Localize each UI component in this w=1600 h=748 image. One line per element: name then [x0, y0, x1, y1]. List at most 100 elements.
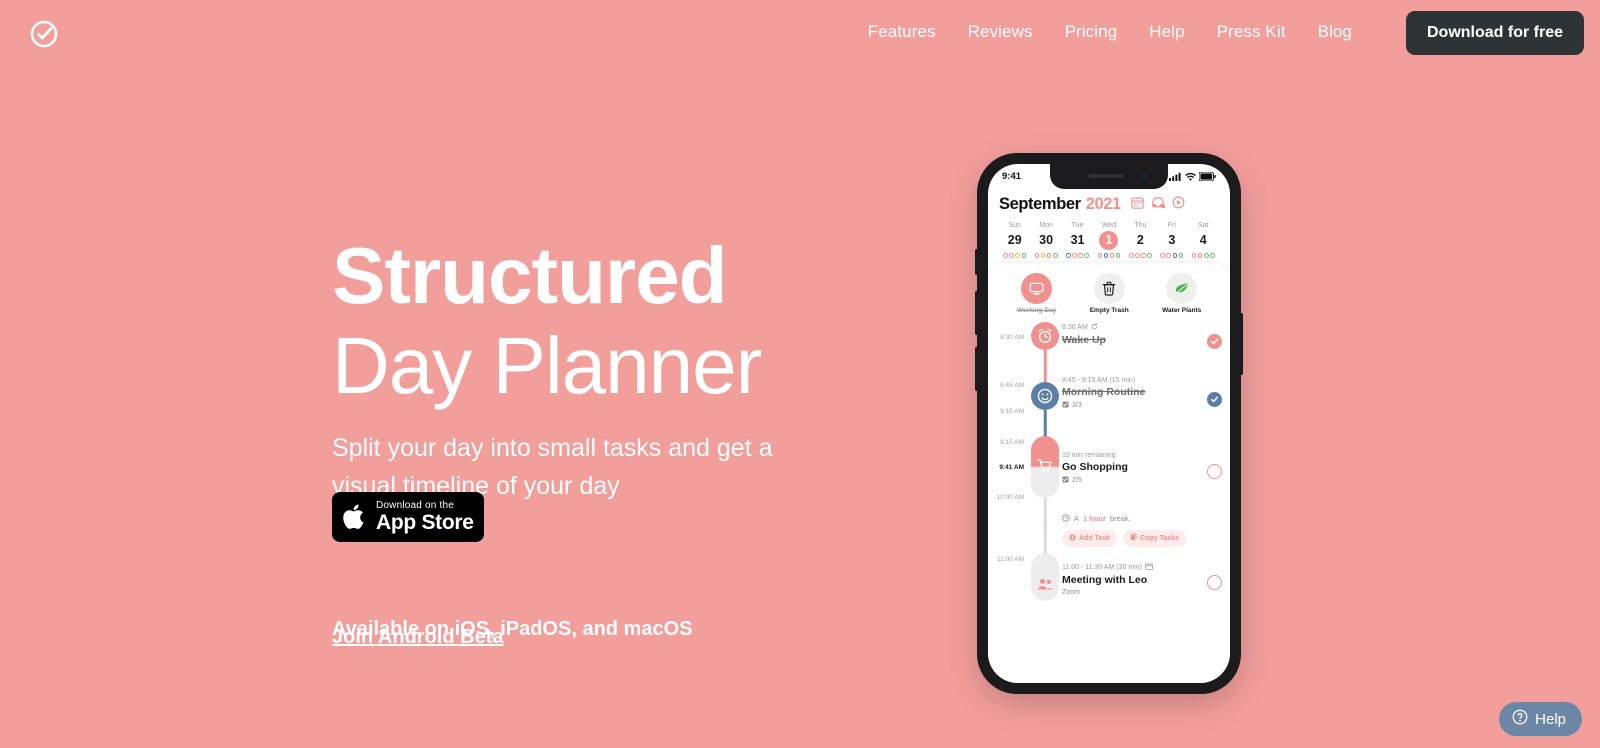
habit-water-plants[interactable]: Water Plants [1162, 272, 1201, 314]
smiley-icon [1031, 381, 1059, 410]
download-for-free-button[interactable]: Download for free [1405, 11, 1584, 55]
week-day-name: Tue [1071, 222, 1084, 229]
day-dot [1066, 253, 1071, 258]
break-buttons: Add Task Copy Tasks [1062, 529, 1230, 547]
week-day-cell[interactable]: Sat 4 [1188, 222, 1219, 258]
day-dot [1072, 253, 1077, 258]
task-row-morning-routine[interactable]: 8:45 AM 9:15 AM 8:45 - 9:15 AM (15 min) … [988, 376, 1230, 440]
habit-empty-trash[interactable]: Empty Trash [1090, 272, 1129, 314]
task-meta-time: 11:00 - 11:30 AM (30 min) [1062, 563, 1142, 571]
task-node-column [1028, 518, 1062, 601]
nav-link-pricing[interactable]: Pricing [1049, 22, 1134, 42]
week-day-cell[interactable]: Sun 29 [999, 222, 1030, 258]
week-day-number: 31 [1070, 233, 1085, 247]
calendar-icon[interactable] [1131, 196, 1144, 214]
week-day-name: Sat [1197, 222, 1209, 229]
task-check-empty[interactable] [1207, 574, 1222, 590]
task-time-label: 9:15 AM [1000, 438, 1024, 446]
phone-volume-up-button [975, 291, 978, 335]
week-day-number: 29 [1007, 233, 1022, 247]
phone-mute-switch [975, 249, 978, 275]
week-day-cell-today[interactable]: Wed 1 [1093, 222, 1124, 258]
day-dot [1003, 253, 1008, 258]
nav-link-reviews[interactable]: Reviews [952, 22, 1049, 42]
task-row-wake-up[interactable]: 8:30 AM 8:30 AM Wake Up [988, 321, 1230, 382]
week-day-cell[interactable]: Tue 31 [1062, 222, 1093, 258]
day-dot [1166, 253, 1172, 258]
task-meta-remaining: 19 min remaining [1062, 451, 1116, 459]
task-meta: 11:00 - 11:30 AM (30 min) [1062, 563, 1222, 572]
day-dot [1015, 253, 1021, 258]
day-dot [1160, 253, 1165, 258]
help-widget-button[interactable]: Help [1499, 702, 1582, 736]
day-dot [1197, 253, 1203, 258]
phone-mockup: 9:41 September 2021 Sun 29 Mon 30 Tue 31… [975, 153, 1243, 694]
task-node-column [1028, 376, 1062, 440]
phone-screen: 9:41 September 2021 Sun 29 Mon 30 Tue 31… [988, 164, 1230, 683]
day-card: Working Day Empty Trash Water Plants 8:3… [988, 262, 1230, 683]
cart-icon [1031, 435, 1059, 498]
add-task-button[interactable]: Add Task [1062, 529, 1117, 547]
task-title: Go Shopping [1062, 460, 1128, 473]
task-time-label: 11:00 AM [997, 555, 1024, 563]
nav-links: Features Reviews Pricing Help Press Kit … [852, 22, 1368, 42]
join-android-beta-link[interactable]: Join Android Beta [332, 626, 503, 649]
calendar-header-icons [1131, 195, 1185, 214]
task-time-label: 10:00 AM [996, 493, 1024, 501]
task-title: Wake Up [1062, 333, 1106, 346]
apple-icon [342, 501, 368, 533]
task-subtask-count: 2/5 [1062, 476, 1222, 485]
task-row-meeting-with-leo[interactable]: 11:00 AM 11:00 - 11:30 AM (30 min) Meeti… [988, 518, 1230, 601]
day-dot [1203, 253, 1209, 258]
task-check-filled[interactable] [1207, 333, 1222, 349]
inbox-icon[interactable] [1151, 196, 1166, 214]
break-prefix: A [1074, 514, 1080, 524]
day-dot [1147, 253, 1152, 258]
day-dot [1191, 253, 1197, 258]
day-dots [1156, 253, 1187, 258]
task-row-go-shopping[interactable]: 9:15 AM 9:41 AM 10:00 AM 19 min remainin… [988, 435, 1230, 532]
task-time-label: 9:15 AM [1000, 407, 1024, 415]
day-dot [1078, 253, 1083, 258]
meeting-platform: Zoom [1062, 589, 1222, 596]
add-task-icon [1069, 534, 1076, 543]
nav-link-help[interactable]: Help [1133, 22, 1200, 42]
task-body: 11:00 - 11:30 AM (30 min) Meeting with L… [1062, 553, 1230, 601]
task-check-empty[interactable] [1207, 463, 1222, 479]
calendar-small-icon [1145, 563, 1153, 572]
task-time-column: 8:45 AM 9:15 AM [988, 376, 1028, 436]
nav-link-blog[interactable]: Blog [1302, 22, 1368, 42]
task-timeline: 8:30 AM 8:30 AM Wake Up 8:45 AM 9:15 AM … [988, 317, 1230, 601]
task-subtask-count: 3/3 [1062, 401, 1222, 410]
week-day-number: 3 [1168, 233, 1176, 247]
status-bar: 9:41 [988, 164, 1230, 189]
copy-tasks-button[interactable]: Copy Tasks [1123, 529, 1186, 547]
app-store-small-label: Download on the [376, 499, 455, 511]
check-circle-logo[interactable] [28, 18, 60, 50]
task-time-label-now: 9:41 AM [999, 463, 1024, 471]
task-body: 19 min remaining Go Shopping 2/5 [1062, 436, 1230, 508]
monitor-icon [1021, 272, 1052, 304]
battery-icon [1198, 168, 1216, 186]
day-dot [1040, 253, 1046, 258]
alarm-icon [1031, 321, 1059, 350]
task-body: 8:45 - 9:15 AM (15 min) Morning Routine … [1062, 376, 1230, 436]
week-day-cell[interactable]: Mon 30 [1030, 222, 1061, 258]
checkbox-icon [1062, 401, 1069, 410]
day-dots [1188, 253, 1219, 258]
habit-working-day[interactable]: Working Day [1017, 272, 1056, 314]
timer-icon[interactable] [1172, 195, 1185, 214]
task-time-label: 8:45 AM [1000, 381, 1024, 389]
week-day-cell[interactable]: Thu 2 [1125, 222, 1156, 258]
task-time-column: 8:30 AM [988, 322, 1028, 376]
week-day-cell[interactable]: Fri 3 [1156, 222, 1187, 258]
nav-link-press-kit[interactable]: Press Kit [1201, 22, 1302, 42]
app-store-badge[interactable]: Download on the App Store [332, 492, 484, 542]
status-indicators [1169, 168, 1216, 186]
status-time: 9:41 [1002, 171, 1022, 182]
task-time-column: 11:00 AM [988, 553, 1028, 601]
day-dot [1052, 253, 1058, 258]
nav-link-features[interactable]: Features [852, 22, 952, 42]
task-check-filled[interactable] [1207, 391, 1222, 407]
day-dot [1135, 253, 1140, 258]
